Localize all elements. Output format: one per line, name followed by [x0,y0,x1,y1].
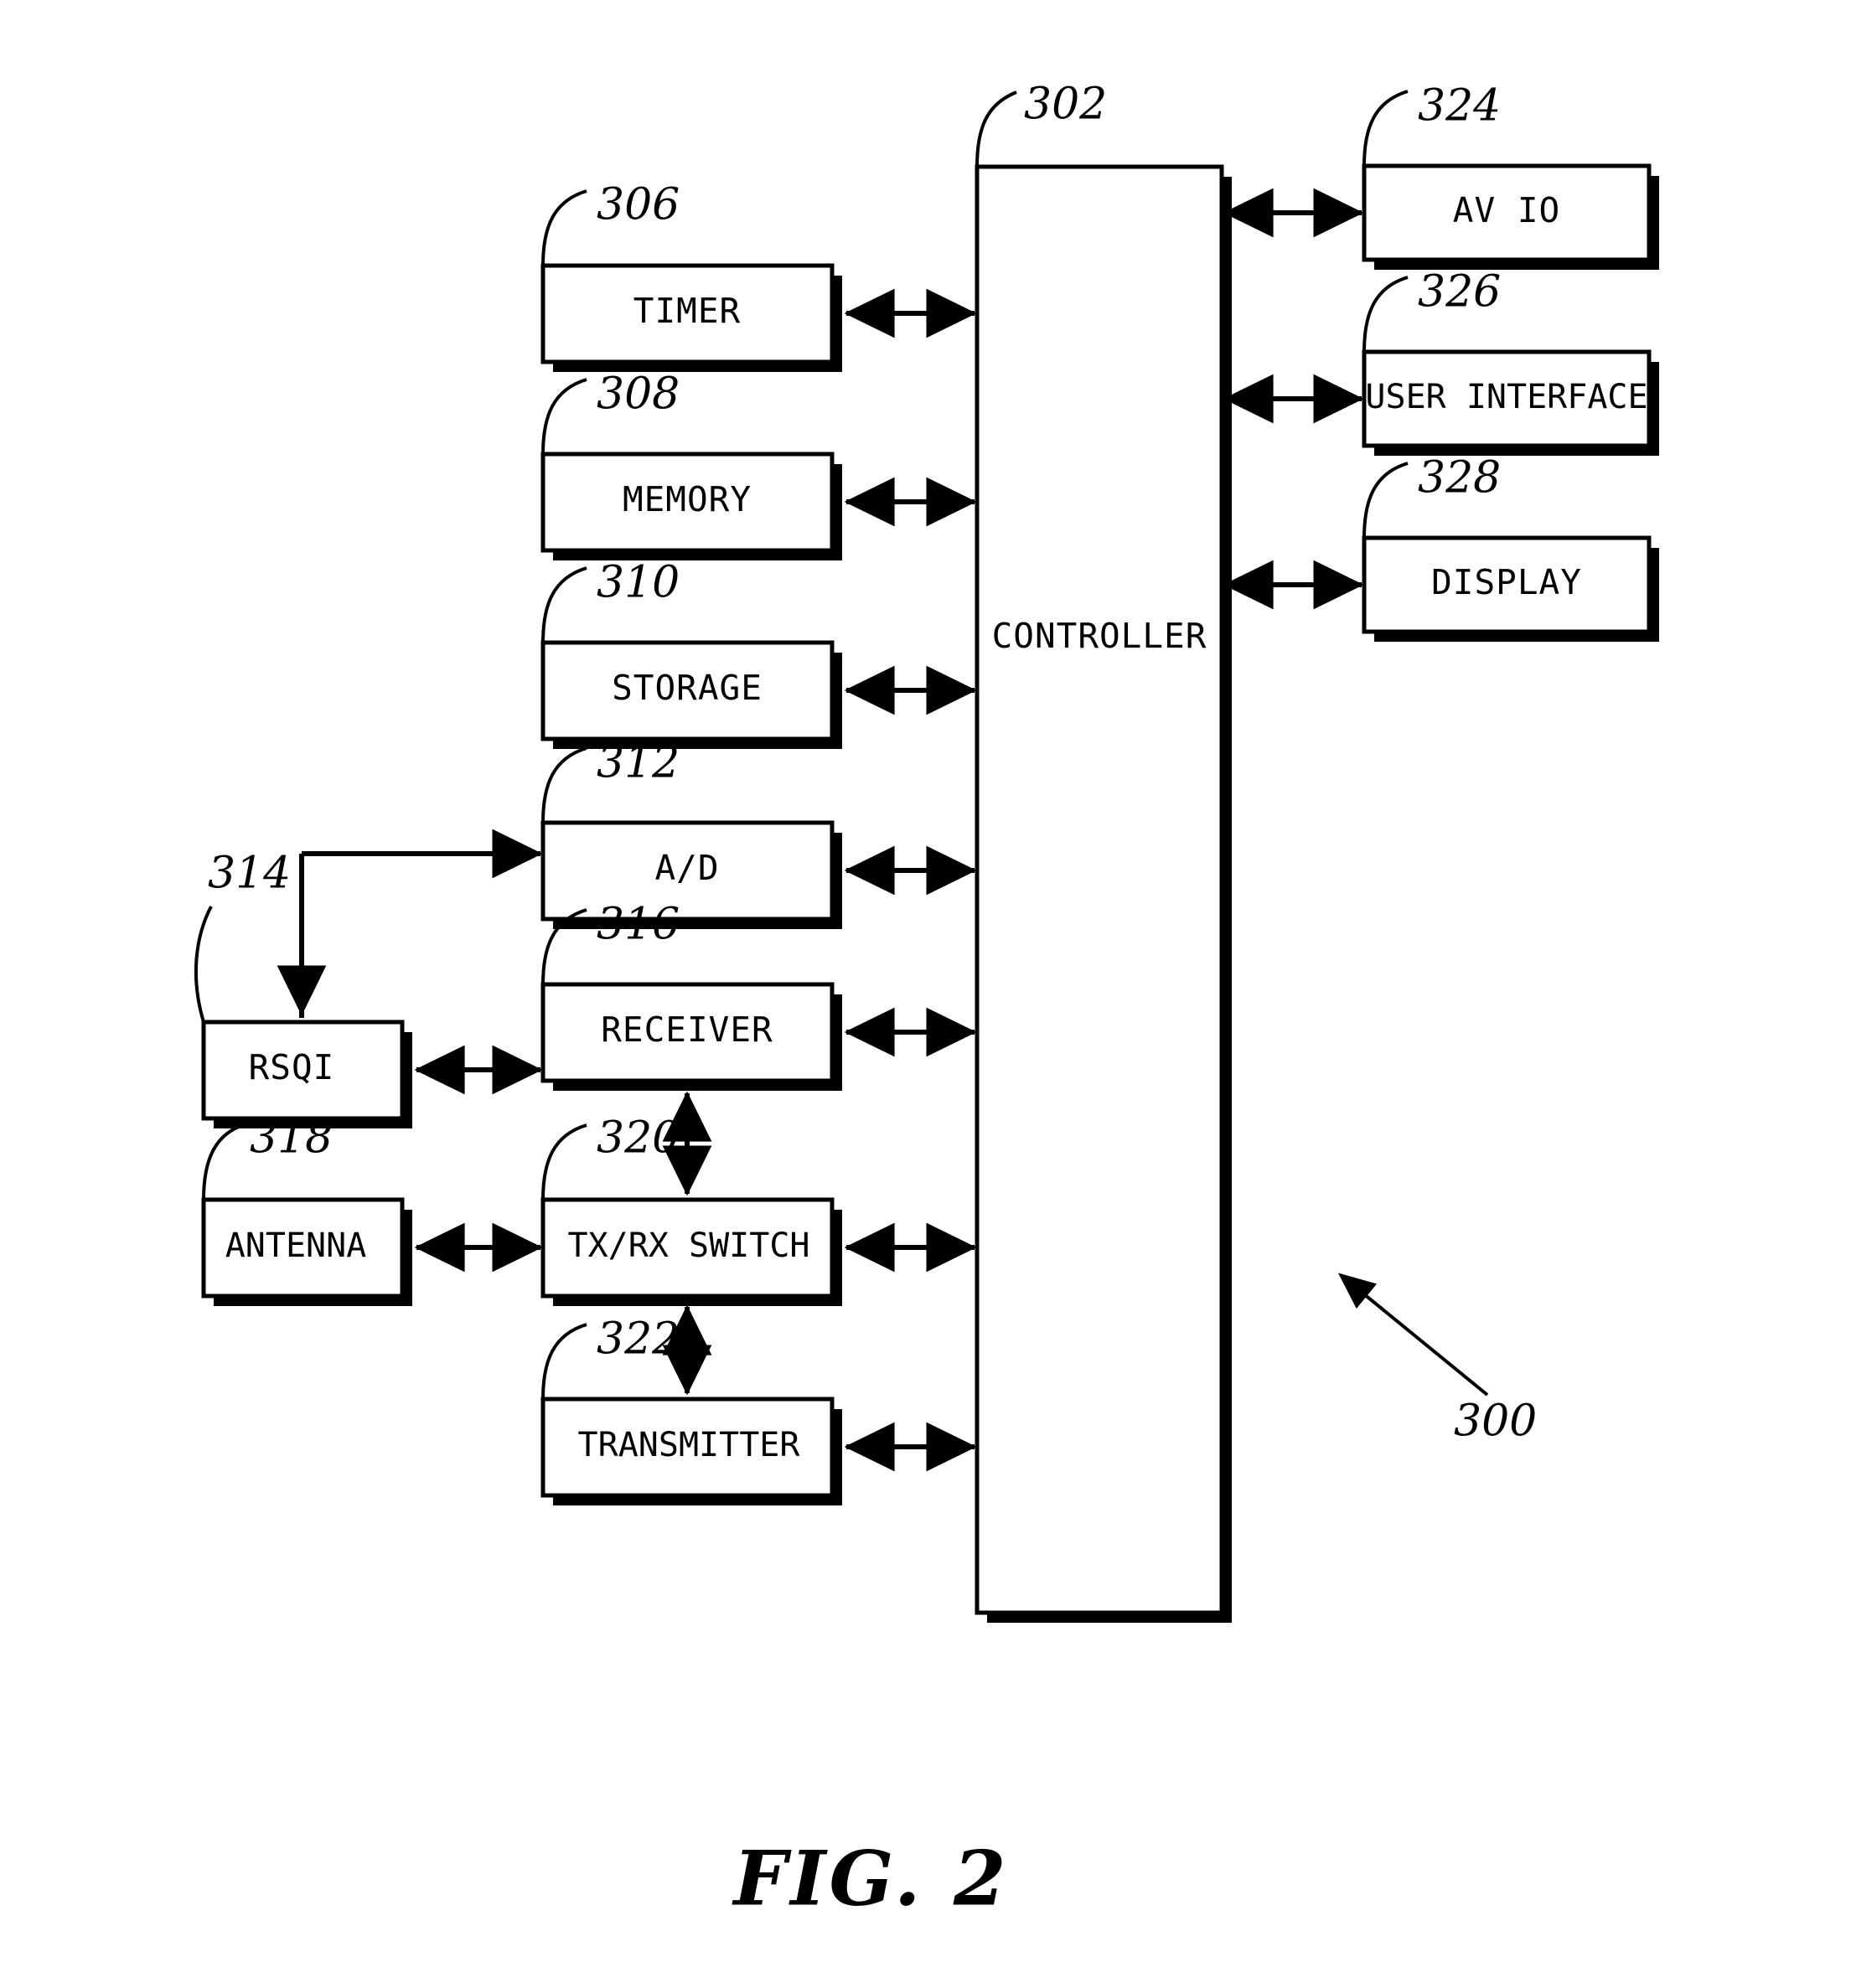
block-display-label: DISPLAY [1431,562,1582,602]
ref-number-316: 316 [597,900,680,950]
ref-lead-318 [202,1123,244,1201]
ref-number-308: 308 [597,369,680,420]
ref-number-306: 306 [597,180,680,230]
system-reference-300: 300 [1337,1273,1537,1447]
block-controller[interactable]: CONTROLLER 302 [975,80,1232,1624]
block-ad[interactable]: A/D 312 [540,738,842,930]
block-ad-label: A/D [654,848,719,888]
ref-lead-324 [1362,90,1409,167]
ref-lead-322 [541,1323,587,1400]
block-storage[interactable]: STORAGE 310 [540,558,842,750]
block-avio[interactable]: AV IO 324 [1362,81,1659,271]
ref-lead-320 [541,1123,587,1201]
ref-lead-312 [541,746,587,824]
ref-lead-328 [1362,462,1409,539]
ref-number-322: 322 [597,1314,680,1365]
ref-lead-326 [1362,276,1409,353]
ref-number-310: 310 [597,558,680,608]
system-ref-number: 300 [1454,1397,1537,1447]
figure-caption: FIG. 2 [732,1835,1010,1923]
block-controller-fill [977,167,1222,1613]
ref-number-326: 326 [1418,267,1501,318]
block-antenna-label: ANTENNA [225,1226,367,1265]
patent-figure-page: CONTROLLER 302 TIMER 306 MEMORY 308 STOR… [0,0,1851,1988]
block-receiver-label: RECEIVER [601,1009,773,1050]
ref-lead-308 [541,378,587,455]
block-transmitter-label: TRANSMITTER [578,1426,801,1464]
ref-lead-314 [194,906,213,1023]
ref-number-312: 312 [597,738,680,788]
block-timer-label: TIMER [633,291,741,331]
block-memory[interactable]: MEMORY 308 [540,369,842,561]
ref-lead-302 [975,90,1017,168]
block-storage-label: STORAGE [612,668,763,708]
ref-number-320: 320 [597,1113,680,1164]
block-transmitter[interactable]: TRANSMITTER 322 [540,1314,842,1506]
ref-lead-310 [541,566,587,643]
block-memory-label: MEMORY [623,479,752,519]
ref-number-324: 324 [1418,81,1501,132]
block-userinterface-label: USER INTERFACE [1365,378,1647,416]
ref-number-318: 318 [250,1113,333,1164]
ref-number-302: 302 [1024,80,1107,130]
block-diagram-canvas: CONTROLLER 302 TIMER 306 MEMORY 308 STOR… [194,80,1659,1923]
ref-number-328: 328 [1418,453,1501,503]
block-txrxswitch[interactable]: TX/RX SWITCH 320 [540,1113,842,1307]
system-ref-arrow-line [1337,1273,1489,1397]
block-antenna[interactable]: ANTENNA 318 [201,1113,412,1307]
ref-number-314: 314 [208,849,291,899]
ref-lead-306 [541,189,587,266]
block-userinterface[interactable]: USER INTERFACE 326 [1362,267,1659,457]
block-txrxswitch-label: TX/RX SWITCH [568,1226,810,1265]
block-avio-label: AV IO [1453,190,1560,230]
block-rsqi-label: RSQI [249,1047,335,1087]
block-controller-label: CONTROLLER [992,616,1207,656]
block-display[interactable]: DISPLAY 328 [1362,453,1659,643]
block-timer[interactable]: TIMER 306 [540,180,842,373]
